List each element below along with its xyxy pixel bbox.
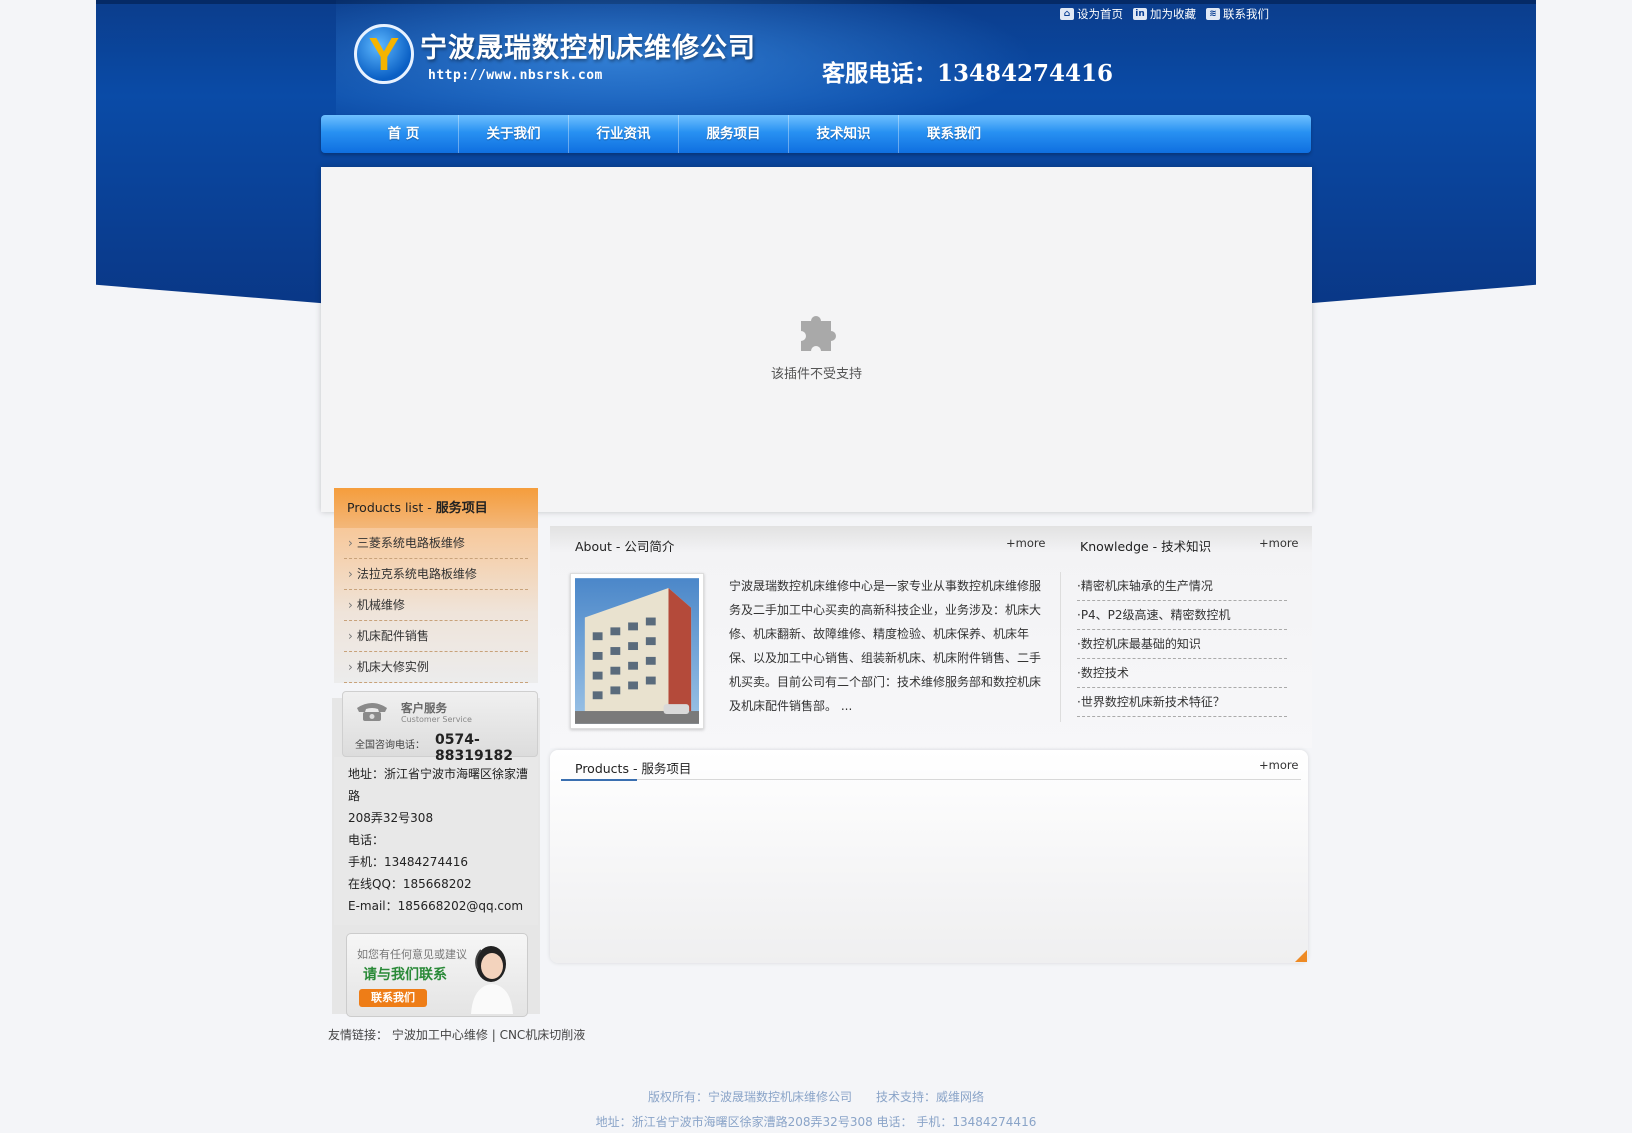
suggest-line-1: 如您有任何意见或建议 xyxy=(357,948,467,961)
address-line-2: 208弄32号308 xyxy=(348,811,434,825)
chevron-right-icon: › xyxy=(348,567,353,581)
products-title: Products - 服务项目 xyxy=(575,761,692,776)
set-homepage-link[interactable]: ⌂ 设为首页 xyxy=(1060,6,1123,22)
list-item[interactable]: ·P4、P2级高速、精密数控机 xyxy=(1077,601,1287,630)
footer-copyright: 版权所有：宁波晟瑞数控机床维修公司 技术支持：威维网络 xyxy=(647,1090,984,1104)
products-list-header: Products list - 服务项目 xyxy=(334,488,538,528)
list-item[interactable]: › 机械维修 xyxy=(344,590,528,621)
products-list: › 三菱系统电路板维修 › 法拉克系统电路板维修 › 机械维修 › 机床配件销售 › 机床… xyxy=(334,528,538,683)
knowledge-title: Knowledge - 技术知识 xyxy=(1080,539,1212,554)
home-icon: ⌂ xyxy=(1060,8,1074,20)
about-title: About - 公司简介 xyxy=(575,539,675,554)
nav-news[interactable]: 行业资讯 xyxy=(569,115,679,153)
main-nav: 首 页 关于我们 行业资讯 服务项目 技术知识 联系我们 xyxy=(321,115,1311,153)
suggest-line-2: 请与我们联系 xyxy=(363,967,447,983)
company-logo[interactable]: Y xyxy=(354,24,414,84)
list-item[interactable]: ·精密机床轴承的生产情况 xyxy=(1077,572,1287,601)
logo-y-icon: Y xyxy=(368,28,400,80)
telephone-icon xyxy=(357,703,387,721)
chevron-right-icon: › xyxy=(348,536,353,550)
left-column: Products list - 服务项目 › 三菱系统电路板维修 › 法拉克系统电路… xyxy=(334,488,538,1017)
add-favorite-link[interactable]: in 加为收藏 xyxy=(1133,6,1196,22)
company-building-photo[interactable] xyxy=(570,573,704,729)
hotline: 客服电话：13484274416 xyxy=(822,60,1114,87)
puzzle-icon xyxy=(801,316,836,351)
knowledge-list: ·精密机床轴承的生产情况 ·P4、P2级高速、精密数控机 ·数控机床最基础的知识… xyxy=(1077,572,1287,717)
bookmark-icon: in xyxy=(1133,8,1147,20)
knowledge-more-link[interactable]: +more xyxy=(1259,536,1298,550)
about-knowledge-divider xyxy=(1060,572,1061,722)
list-item[interactable]: ·世界数控机床新技术特征？ xyxy=(1077,688,1287,717)
service-title: 客户服务 xyxy=(401,701,447,715)
service-subtitle: Customer Service xyxy=(401,715,472,724)
friend-link[interactable]: 宁波加工中心维修 xyxy=(392,1028,488,1042)
corner-triangle-icon xyxy=(1295,950,1307,962)
tel-line: 电话： xyxy=(348,833,385,847)
chevron-right-icon: › xyxy=(348,598,353,612)
banner-plugin-area: 该插件不受支持 xyxy=(321,167,1312,512)
plugin-unsupported-text: 该插件不受支持 xyxy=(770,367,862,382)
products-divider xyxy=(561,779,1301,780)
contact-info: 地址：浙江省宁波市海曙区徐家漕路 208弄32号308 电话： 手机：13484… xyxy=(334,757,538,925)
list-item[interactable]: › 三菱系统电路板维修 xyxy=(344,528,528,559)
about-text: 宁波晟瑞数控机床维修中心是一家专业从事数控机床维修服务及二手加工中心买卖的高新科… xyxy=(729,579,1042,713)
nav-contact[interactable]: 联系我们 xyxy=(899,115,1009,153)
list-item[interactable]: ·数控技术 xyxy=(1077,659,1287,688)
products-more-link[interactable]: +more xyxy=(1259,758,1298,772)
contact-us-link[interactable]: ≋ 联系我们 xyxy=(1206,6,1269,22)
company-name: 宁波晟瑞数控机床维修公司 xyxy=(420,33,756,64)
nav-home[interactable]: 首 页 xyxy=(349,115,459,153)
list-item[interactable]: › 机床配件销售 xyxy=(344,621,528,652)
support-agent-avatar xyxy=(471,946,513,1014)
list-item[interactable]: ·数控机床最基础的知识 xyxy=(1077,630,1287,659)
nav-about[interactable]: 关于我们 xyxy=(459,115,569,153)
customer-service-box: 客户服务 Customer Service 全国咨询电话： 0574-88319… xyxy=(342,691,538,764)
chevron-right-icon: › xyxy=(348,660,353,674)
address-line-1: 地址：浙江省宁波市海曙区徐家漕路 xyxy=(348,767,529,803)
qq-line: 在线QQ：185668202 xyxy=(348,877,472,891)
list-item[interactable]: › 法拉克系统电路板维修 xyxy=(344,559,528,590)
company-url: http://www.nbsrsk.com xyxy=(428,68,603,83)
products-active-underline xyxy=(561,779,637,781)
about-more-link[interactable]: +more xyxy=(1006,536,1045,550)
footer-address: 地址：浙江省宁波市海曙区徐家漕路208弄32号308 电话： 手机：134842… xyxy=(595,1115,1037,1129)
service-hotline-number: 0574-88319182 xyxy=(435,732,513,764)
chevron-right-icon: › xyxy=(348,629,353,643)
list-item[interactable]: › 机床大修实例 xyxy=(344,652,528,683)
friendly-links: 友情链接： 宁波加工中心维修 | CNC机床切削液 xyxy=(328,1028,586,1042)
products-section xyxy=(550,750,1308,963)
rss-icon: ≋ xyxy=(1206,8,1220,20)
contact-us-button[interactable]: 联系我们 xyxy=(359,989,427,1007)
nav-knowledge[interactable]: 技术知识 xyxy=(789,115,899,153)
building-image xyxy=(575,578,699,724)
friend-link[interactable]: CNC机床切削液 xyxy=(500,1028,586,1042)
suggest-box: 如您有任何意见或建议 请与我们联系 联系我们 xyxy=(346,933,528,1017)
nav-services[interactable]: 服务项目 xyxy=(679,115,789,153)
service-hotline-label: 全国咨询电话： xyxy=(355,740,425,751)
top-links: ⌂ 设为首页 in 加为收藏 ≋ 联系我们 xyxy=(1060,6,1269,22)
email-line: E-mail：185668202@qq.com xyxy=(348,899,524,913)
mobile-line: 手机：13484274416 xyxy=(348,855,468,869)
